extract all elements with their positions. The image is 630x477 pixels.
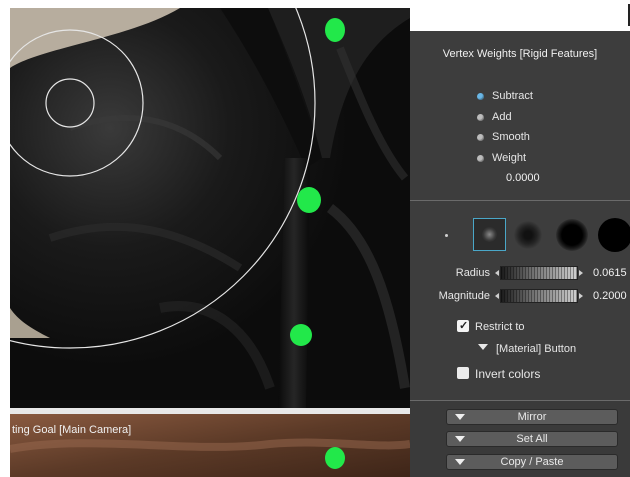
brush-large-hard-icon[interactable] — [598, 218, 630, 252]
viewport-main[interactable] — [10, 8, 410, 408]
magnitude-slider[interactable] — [500, 289, 578, 303]
mode-label: Subtract — [492, 90, 533, 102]
brush-tiny-icon[interactable] — [445, 234, 448, 237]
brush-small-soft-icon — [482, 227, 497, 242]
radius-increase-icon[interactable] — [579, 270, 583, 276]
panel-title: Vertex Weights [Rigid Features] — [442, 48, 598, 60]
brush-medium-soft-icon[interactable] — [514, 221, 542, 249]
magnitude-increase-icon[interactable] — [579, 293, 583, 299]
mirror-button[interactable]: Mirror — [446, 409, 618, 425]
panel-header-strip — [410, 0, 630, 31]
copy-paste-button[interactable]: Copy / Paste — [446, 454, 618, 470]
brush-large-soft-icon[interactable] — [556, 219, 588, 251]
brush-small-soft-selected[interactable] — [473, 218, 506, 251]
vertex-weights-panel: Vertex Weights [Rigid Features] Subtract… — [410, 31, 630, 477]
divider — [410, 200, 630, 201]
mode-smooth-radio[interactable]: Smooth — [477, 130, 530, 144]
restrict-to-label: Restrict to — [475, 321, 525, 333]
weight-value[interactable]: 0.0000 — [506, 172, 540, 184]
radius-value[interactable]: 0.0615 — [593, 267, 627, 279]
radio-icon — [477, 154, 484, 162]
viewport-goal[interactable]: ting Goal [Main Camera] — [10, 414, 410, 477]
invert-colors-checkbox[interactable] — [457, 367, 469, 379]
mode-weight-radio[interactable]: Weight — [477, 151, 526, 165]
restrict-target-dropdown[interactable]: [Material] Button — [496, 343, 576, 355]
vertex-marker[interactable] — [297, 187, 321, 213]
radius-decrease-icon[interactable] — [495, 270, 499, 276]
mode-label: Smooth — [492, 131, 530, 143]
copy-paste-label: Copy / Paste — [500, 456, 564, 468]
divider — [410, 400, 630, 401]
mode-label: Add — [492, 111, 512, 123]
magnitude-label: Magnitude — [438, 290, 490, 302]
radio-selected-icon — [477, 92, 484, 100]
radio-icon — [477, 133, 484, 141]
radius-label: Radius — [455, 267, 490, 279]
magnitude-decrease-icon[interactable] — [495, 293, 499, 299]
mirror-label: Mirror — [517, 411, 547, 423]
vertex-marker[interactable] — [325, 447, 345, 469]
radio-icon — [477, 113, 484, 121]
checkmark-icon: ✓ — [459, 320, 469, 332]
radius-slider[interactable] — [500, 266, 578, 280]
mode-subtract-radio[interactable]: Subtract — [477, 89, 533, 103]
mode-add-radio[interactable]: Add — [477, 110, 512, 124]
set-all-button[interactable]: Set All — [446, 431, 618, 447]
viewport-goal-label: ting Goal [Main Camera] — [12, 424, 132, 436]
vertex-marker[interactable] — [325, 18, 345, 42]
set-all-label: Set All — [516, 433, 548, 445]
vertex-marker[interactable] — [290, 324, 312, 346]
magnitude-value[interactable]: 0.2000 — [593, 290, 627, 302]
invert-colors-label: Invert colors — [475, 367, 541, 381]
mode-label: Weight — [492, 152, 527, 164]
restrict-to-checkbox[interactable]: ✓ — [457, 320, 469, 332]
viewport-scene — [10, 8, 410, 408]
restrict-target-dropdown-icon[interactable] — [478, 344, 488, 350]
